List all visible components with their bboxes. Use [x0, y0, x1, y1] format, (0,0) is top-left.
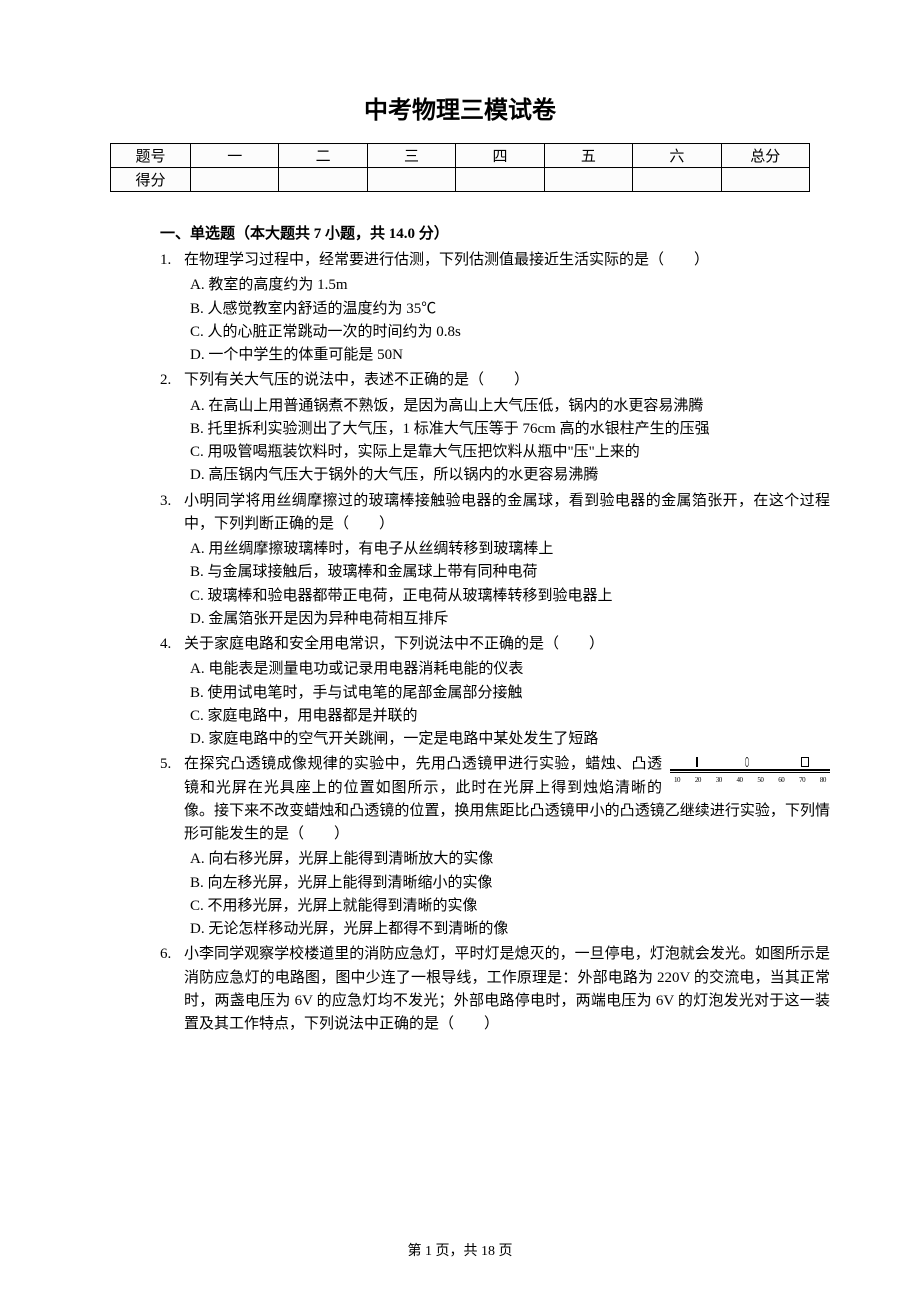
- question-5: 5. 10 20 30 40 50 60 70 80 在探究凸透镜成像规律的实验…: [160, 753, 840, 941]
- ruler-mark: 70: [799, 775, 805, 786]
- question-1: 1. 在物理学习过程中，经常要进行估测，下列估测值最接近生活实际的是（ ） A.…: [160, 249, 840, 367]
- score-cell: [279, 168, 367, 192]
- question-option: B. 使用试电笔时，手与试电笔的尾部金属部分接触: [184, 682, 830, 705]
- question-option: A. 电能表是测量电功或记录用电器消耗电能的仪表: [184, 658, 830, 681]
- ruler-mark: 40: [737, 775, 743, 786]
- optical-bench-diagram: 10 20 30 40 50 60 70 80: [670, 755, 830, 791]
- page-footer: 第 1 页，共 18 页: [0, 1240, 920, 1260]
- ruler-mark: 50: [757, 775, 763, 786]
- score-cell: [456, 168, 544, 192]
- question-option: C. 不用移光屏，光屏上就能得到清晰的实像: [184, 895, 830, 918]
- ruler-mark: 60: [778, 775, 784, 786]
- question-option: C. 用吸管喝瓶装饮料时，实际上是靠大气压把饮料从瓶中"压"上来的: [184, 441, 830, 464]
- question-option: D. 金属箔张开是因为异种电荷相互排斥: [184, 608, 830, 631]
- score-row-label: 得分: [111, 168, 191, 192]
- question-option: A. 用丝绸摩擦玻璃棒时，有电子从丝绸转移到玻璃棒上: [184, 538, 830, 561]
- score-col: 总分: [721, 144, 809, 168]
- score-table: 题号 一 二 三 四 五 六 总分 得分: [110, 143, 810, 192]
- question-option: A. 向右移光屏，光屏上能得到清晰放大的实像: [184, 848, 830, 871]
- question-option: C. 家庭电路中，用电器都是并联的: [184, 705, 830, 728]
- question-option: B. 托里拆利实验测出了大气压，1 标准大气压等于 76cm 高的水银柱产生的压…: [184, 418, 830, 441]
- question-stem: 小李同学观察学校楼道里的消防应急灯，平时灯是熄灭的，一旦停电，灯泡就会发光。如图…: [184, 943, 830, 1036]
- ruler-mark: 80: [820, 775, 826, 786]
- score-col: 四: [456, 144, 544, 168]
- question-option: B. 与金属球接触后，玻璃棒和金属球上带有同种电荷: [184, 561, 830, 584]
- score-col: 三: [367, 144, 455, 168]
- question-number: 6.: [160, 943, 184, 1038]
- score-col: 五: [544, 144, 632, 168]
- question-number: 2.: [160, 369, 184, 487]
- question-3: 3. 小明同学将用丝绸摩擦过的玻璃棒接触验电器的金属球，看到验电器的金属箔张开，…: [160, 490, 840, 632]
- question-stem: 关于家庭电路和安全用电常识，下列说法中不正确的是（ ）: [184, 633, 830, 656]
- score-col: 六: [633, 144, 721, 168]
- question-option: B. 向左移光屏，光屏上能得到清晰缩小的实像: [184, 872, 830, 895]
- question-number: 5.: [160, 753, 184, 941]
- question-option: A. 教室的高度约为 1.5m: [184, 274, 830, 297]
- score-cell: [544, 168, 632, 192]
- question-number: 1.: [160, 249, 184, 367]
- ruler-mark: 10: [674, 775, 680, 786]
- question-stem: 在物理学习过程中，经常要进行估测，下列估测值最接近生活实际的是（ ）: [184, 249, 830, 272]
- question-stem: 小明同学将用丝绸摩擦过的玻璃棒接触验电器的金属球，看到验电器的金属箔张开，在这个…: [184, 490, 830, 537]
- question-6: 6. 小李同学观察学校楼道里的消防应急灯，平时灯是熄灭的，一旦停电，灯泡就会发光…: [160, 943, 840, 1038]
- question-option: C. 人的心脏正常跳动一次的时间约为 0.8s: [184, 321, 830, 344]
- score-col: 一: [191, 144, 279, 168]
- question-4: 4. 关于家庭电路和安全用电常识，下列说法中不正确的是（ ） A. 电能表是测量…: [160, 633, 840, 751]
- score-cell: [633, 168, 721, 192]
- page-title: 中考物理三模试卷: [80, 90, 840, 125]
- question-option: D. 高压锅内气压大于锅外的大气压，所以锅内的水更容易沸腾: [184, 464, 830, 487]
- question-option: A. 在高山上用普通锅煮不熟饭，是因为高山上大气压低，锅内的水更容易沸腾: [184, 395, 830, 418]
- question-option: C. 玻璃棒和验电器都带正电荷，正电荷从玻璃棒转移到验电器上: [184, 585, 830, 608]
- score-col: 二: [279, 144, 367, 168]
- section-header: 一、单选题（本大题共 7 小题，共 14.0 分）: [160, 222, 840, 243]
- question-number: 3.: [160, 490, 184, 632]
- ruler-mark: 20: [695, 775, 701, 786]
- ruler-mark: 30: [716, 775, 722, 786]
- question-2: 2. 下列有关大气压的说法中，表述不正确的是（ ） A. 在高山上用普通锅煮不熟…: [160, 369, 840, 487]
- question-stem: 下列有关大气压的说法中，表述不正确的是（ ）: [184, 369, 830, 392]
- question-option: D. 无论怎样移动光屏，光屏上都得不到清晰的像: [184, 918, 830, 941]
- score-cell: [721, 168, 809, 192]
- question-number: 4.: [160, 633, 184, 751]
- score-header-label: 题号: [111, 144, 191, 168]
- question-option: D. 一个中学生的体重可能是 50N: [184, 344, 830, 367]
- question-option: B. 人感觉教室内舒适的温度约为 35℃: [184, 298, 830, 321]
- question-option: D. 家庭电路中的空气开关跳闸，一定是电路中某处发生了短路: [184, 728, 830, 751]
- score-cell: [191, 168, 279, 192]
- score-cell: [367, 168, 455, 192]
